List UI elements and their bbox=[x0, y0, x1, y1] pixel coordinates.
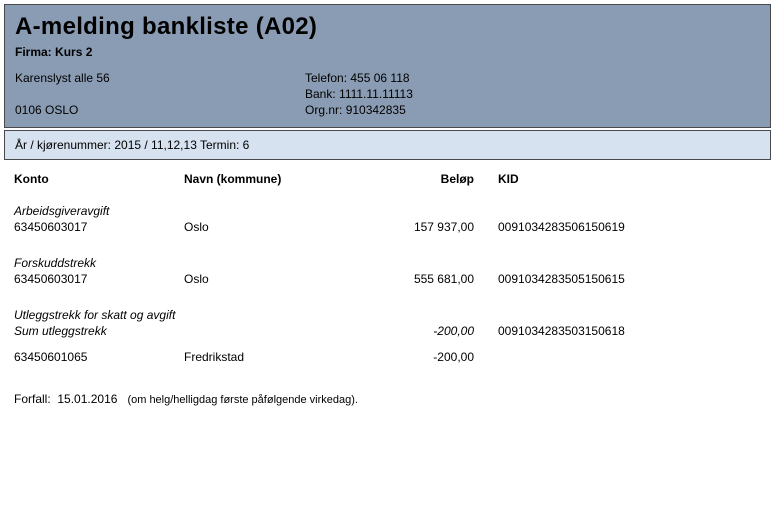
report-title: A-melding bankliste (A02) bbox=[15, 13, 760, 41]
utlegg-sum-row: Sum utleggstrekk -200,00 009103428350315… bbox=[14, 324, 761, 338]
col-kid: KID bbox=[494, 172, 744, 186]
bank-line: Bank: 1111.11.11113 bbox=[305, 87, 760, 101]
telefon-value: 455 06 118 bbox=[350, 71, 409, 85]
orgnr-label: Org.nr: bbox=[305, 103, 342, 117]
bank-value: 1111.11.11113 bbox=[339, 87, 413, 101]
orgnr-line: Org.nr: 910342835 bbox=[305, 103, 760, 117]
col-konto: Konto bbox=[14, 172, 184, 186]
address-line2: 0106 OSLO bbox=[15, 103, 305, 117]
cell-navn: Fredrikstad bbox=[184, 350, 394, 364]
cell-kid: 0091034283505150615 bbox=[494, 272, 744, 286]
firma-line: Firma: Kurs 2 bbox=[15, 45, 760, 59]
report-params: År / kjørenummer: 2015 / 11,12,13 Termin… bbox=[4, 130, 771, 160]
cell-belop: -200,00 bbox=[394, 350, 494, 364]
cell-belop: 555 681,00 bbox=[394, 272, 494, 286]
address-empty bbox=[15, 87, 305, 101]
col-navn: Navn (kommune) bbox=[184, 172, 394, 186]
params-text: År / kjørenummer: 2015 / 11,12,13 Termin… bbox=[15, 138, 249, 152]
forfall-line: Forfall: 15.01.2016 (om helg/helligdag f… bbox=[14, 392, 761, 406]
orgnr-value: 910342835 bbox=[346, 103, 406, 117]
cell-konto: 63450601065 bbox=[14, 350, 184, 364]
utlegg-sum-kid: 0091034283503150618 bbox=[494, 324, 744, 338]
cell-kid: 0091034283506150619 bbox=[494, 220, 744, 234]
cell-konto: 63450603017 bbox=[14, 272, 184, 286]
section-label-utlegg: Utleggstrekk for skatt og avgift bbox=[14, 308, 761, 322]
utlegg-sum-belop: -200,00 bbox=[394, 324, 494, 338]
address-line1: Karenslyst alle 56 bbox=[15, 71, 305, 85]
cell-konto: 63450603017 bbox=[14, 220, 184, 234]
utlegg-sum-label: Sum utleggstrekk bbox=[14, 324, 394, 338]
cell-navn: Oslo bbox=[184, 272, 394, 286]
forfall-label: Forfall: bbox=[14, 392, 51, 406]
col-belop: Beløp bbox=[394, 172, 494, 186]
table-row: 63450601065 Fredrikstad -200,00 bbox=[14, 350, 761, 364]
forfall-date: 15.01.2016 bbox=[57, 392, 117, 406]
cell-belop: 157 937,00 bbox=[394, 220, 494, 234]
telefon-line: Telefon: 455 06 118 bbox=[305, 71, 760, 85]
company-info-grid: Karenslyst alle 56 Telefon: 455 06 118 B… bbox=[15, 71, 760, 117]
section-label-arbeidsgiveravgift: Arbeidsgiveravgift bbox=[14, 204, 761, 218]
firma-label: Firma: bbox=[15, 45, 52, 59]
report-header: A-melding bankliste (A02) Firma: Kurs 2 … bbox=[4, 4, 771, 128]
telefon-label: Telefon: bbox=[305, 71, 347, 85]
table-row: 63450603017 Oslo 555 681,00 009103428350… bbox=[14, 272, 761, 286]
forfall-hint: (om helg/helligdag første påfølgende vir… bbox=[127, 394, 358, 406]
table-row: 63450603017 Oslo 157 937,00 009103428350… bbox=[14, 220, 761, 234]
report-body: Konto Navn (kommune) Beløp KID Arbeidsgi… bbox=[0, 162, 775, 412]
cell-navn: Oslo bbox=[184, 220, 394, 234]
section-label-forskuddstrekk: Forskuddstrekk bbox=[14, 256, 761, 270]
firma-name: Kurs 2 bbox=[55, 45, 92, 59]
bank-label: Bank: bbox=[305, 87, 336, 101]
column-headers: Konto Navn (kommune) Beløp KID bbox=[14, 172, 761, 186]
